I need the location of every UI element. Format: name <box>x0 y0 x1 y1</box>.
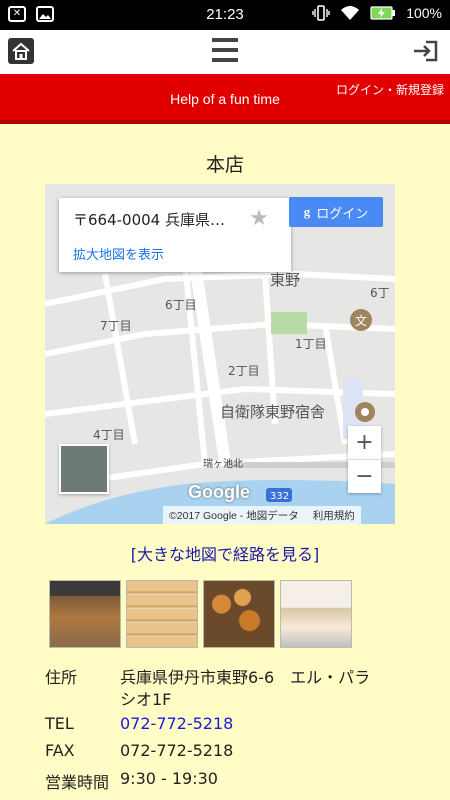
poi-icon <box>361 408 369 416</box>
map-label-zuigaike: 瑞ヶ池北 <box>203 457 243 470</box>
wifi-icon <box>341 6 360 20</box>
expand-map-link[interactable]: 拡大地図を表示 <box>73 244 164 263</box>
login-icon <box>414 40 438 62</box>
page-title: 本店 <box>205 154 244 176</box>
login-button[interactable] <box>412 39 440 63</box>
satellite-view-toggle[interactable] <box>59 444 109 494</box>
address-line-2: シオ1F <box>120 690 172 709</box>
business-hours: 9:30 - 19:30 <box>120 769 218 788</box>
map-address-card: 〒664-0004 兵庫県… ★ 拡大地図を表示 <box>59 198 291 272</box>
school-icon: 文 <box>355 313 367 328</box>
tel-link[interactable]: 072-772-5218 <box>120 714 233 733</box>
google-login-button[interactable]: g ログイン <box>289 197 383 227</box>
google-g-icon: g <box>303 204 311 219</box>
google-logo: Google <box>188 482 250 502</box>
map-label-4chome: 4丁目 <box>93 428 125 442</box>
hamburger-menu-button[interactable] <box>212 38 238 62</box>
map-label-7chome: 7丁目 <box>100 319 132 333</box>
store-photos <box>49 580 352 648</box>
map-label-6cho: 6丁 <box>370 286 390 300</box>
address-label: 住所 <box>45 668 78 687</box>
battery-percent: 100% <box>406 5 442 21</box>
map-address: 〒664-0004 兵庫県… <box>73 211 225 229</box>
map-copyright: ©2017 Google - 地図データ <box>169 509 299 522</box>
roll-cake-photo[interactable] <box>126 580 198 648</box>
battery-icon <box>370 6 396 20</box>
login-register-link[interactable]: ログイン・新規登録 <box>336 81 444 98</box>
save-star-icon[interactable]: ★ <box>249 206 269 231</box>
large-map-route-link[interactable]: [大きな地図で経路を見る] <box>0 541 450 565</box>
fax-number: 072-772-5218 <box>120 741 234 760</box>
storefront-photo[interactable] <box>49 580 121 648</box>
home-icon <box>12 42 30 60</box>
embedded-map[interactable]: 東野 6丁目 7丁目 6丁 1丁目 2丁目 自衛隊東野宿舎 4丁目 瑞ヶ池北 文… <box>45 184 395 524</box>
address-line-1: 兵庫県伊丹市東野6-6 エル・パラ <box>120 668 371 687</box>
map-label-2chome: 2丁目 <box>228 364 260 378</box>
zoom-controls: + − <box>348 426 381 493</box>
tel-label: TEL <box>45 714 74 733</box>
hours-label: 営業時間 <box>45 773 110 792</box>
status-bar: ✕ 21:23 100% <box>0 0 450 30</box>
home-button[interactable] <box>8 38 34 64</box>
map-label-6chome: 6丁目 <box>165 298 197 312</box>
zoom-out-button[interactable]: − <box>348 460 381 493</box>
fax-label: FAX <box>45 741 75 760</box>
route-332-shield: 332 <box>270 491 289 502</box>
map-label-1chome: 1丁目 <box>295 337 327 351</box>
nav-bar <box>0 30 450 74</box>
map-label-higashino: 東野 <box>270 271 300 289</box>
map-label-jieitai: 自衛隊東野宿舎 <box>220 403 325 421</box>
map-attribution: ©2017 Google - 地図データ 利用規約 <box>163 506 361 524</box>
showcase-photo[interactable] <box>280 580 352 648</box>
pastry-photo[interactable] <box>203 580 275 648</box>
vibrate-icon <box>312 5 330 21</box>
map-terms-link[interactable]: 利用規約 <box>313 508 355 523</box>
site-header: Help of a fun time ログイン・新規登録 <box>0 74 450 124</box>
zoom-in-button[interactable]: + <box>348 426 381 459</box>
